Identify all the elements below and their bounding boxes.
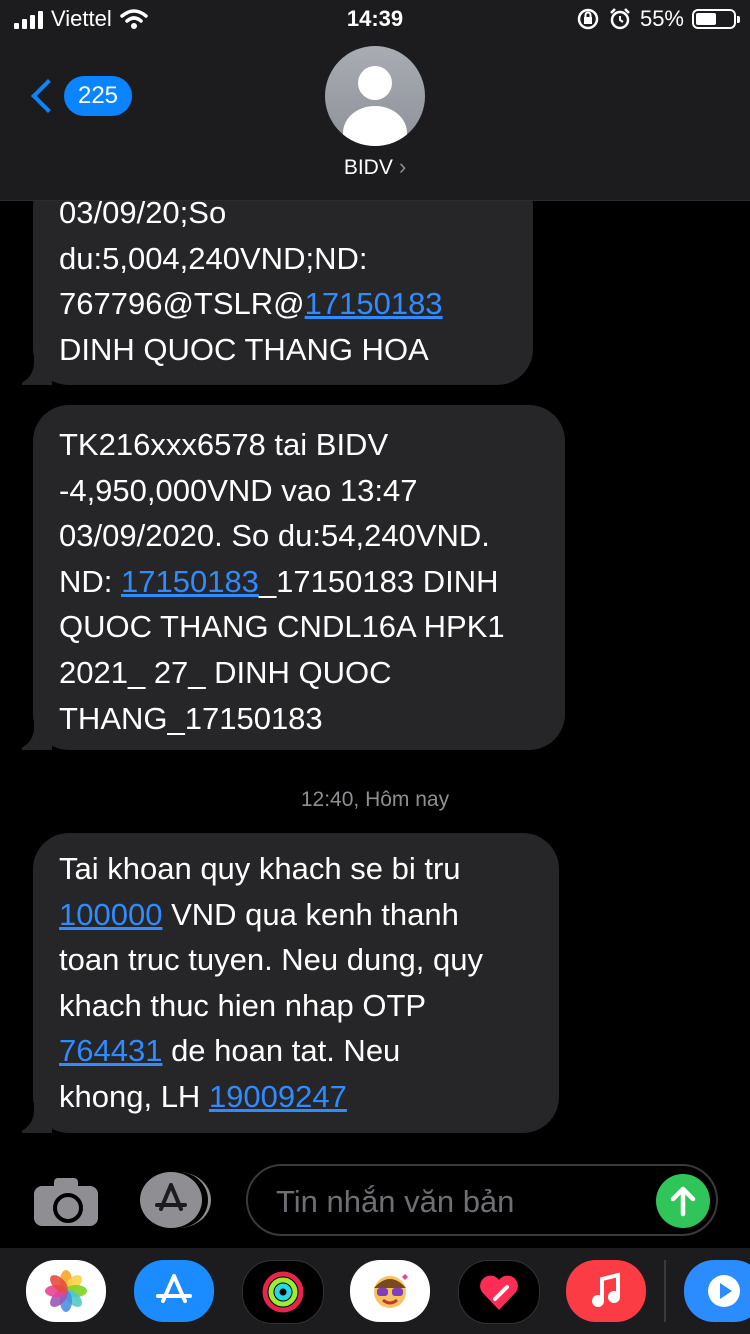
digital-touch-app-icon[interactable] [458, 1260, 540, 1324]
message-line: 764431 de hoan tat. Neu [59, 1028, 533, 1074]
message-line: 100000 VND qua kenh thanh [59, 892, 533, 938]
message-line: khong, LH 19009247 [59, 1074, 533, 1120]
conversation-header: Viettel 14:39 55% 225 BIDV › [0, 0, 750, 201]
message-text: ND: [59, 563, 121, 599]
app-store-icon[interactable] [140, 1172, 211, 1228]
message-text: du:5,004,240VND;ND: [59, 240, 368, 276]
camera-icon[interactable] [34, 1178, 98, 1226]
app-store-app-icon[interactable] [134, 1260, 214, 1322]
message-link[interactable]: 100000 [59, 897, 162, 932]
bubble-tail [4, 1103, 52, 1133]
message-bubble[interactable]: Tai khoan quy khach se bi tru 100000 VND … [33, 833, 559, 1133]
message-link[interactable]: 17150183 [121, 564, 259, 599]
unread-count-badge: 225 [64, 76, 132, 116]
music-app-icon[interactable] [566, 1260, 646, 1322]
contact-avatar[interactable] [325, 46, 425, 146]
message-text: -4,950,000VND vao 13:47 [59, 472, 418, 508]
message-text: _17150183 DINH [258, 563, 499, 599]
battery-percent: 55% [639, 6, 684, 31]
message-line: QUOC THANG CNDL16A HPK1 [59, 604, 539, 650]
message-bubble[interactable]: TK216xxx6578 tai BIDV -4,950,000VND vao 1… [33, 405, 565, 750]
message-text: de hoan tat. Neu [162, 1033, 401, 1069]
message-text: VND qua kenh thanh [162, 896, 459, 932]
orientation-lock-icon [577, 8, 599, 30]
activity-app-icon[interactable] [242, 1260, 324, 1324]
message-line: Tai khoan quy khach se bi tru [59, 846, 533, 892]
drawer-separator [664, 1260, 666, 1322]
contact-name-button[interactable]: BIDV › [0, 154, 750, 180]
message-line: 2021_ 27_ DINH QUOC [59, 650, 539, 696]
message-text: khach thuc hien nhap OTP [59, 987, 427, 1023]
message-line: DINH QUOC THANG HOA [59, 327, 507, 373]
message-line: ND: 17150183_17150183 DINH [59, 559, 539, 605]
message-line: 767796@TSLR@17150183 [59, 281, 507, 327]
app-drawer [0, 1248, 750, 1334]
bubble-tail [4, 355, 52, 385]
message-input[interactable]: Tin nhắn văn bản [246, 1164, 718, 1236]
message-input-placeholder: Tin nhắn văn bản [276, 1184, 515, 1219]
message-text: QUOC THANG CNDL16A HPK1 [59, 609, 505, 645]
chevron-left-icon [31, 79, 65, 113]
message-link[interactable]: 19009247 [209, 1079, 347, 1114]
memoji-app-icon[interactable] [350, 1260, 430, 1322]
send-button[interactable] [656, 1174, 710, 1228]
battery-icon [692, 9, 740, 29]
message-bubble[interactable]: 03/09/20;So du:5,004,240VND;ND: 767796@TSL… [33, 170, 533, 385]
back-button[interactable]: 225 [30, 76, 132, 116]
message-line: 03/09/2020. So du:54,240VND. [59, 513, 539, 559]
clips-app-icon[interactable] [684, 1260, 750, 1322]
message-text: DINH QUOC THANG HOA [59, 331, 429, 367]
message-text: 767796@TSLR@ [59, 286, 305, 322]
message-line: khach thuc hien nhap OTP [59, 983, 533, 1029]
arrow-up-icon [670, 1186, 696, 1217]
message-text: 03/09/2020. So du:54,240VND. [59, 518, 490, 554]
status-bar: Viettel 14:39 55% [0, 0, 750, 40]
message-link[interactable]: 17150183 [305, 286, 443, 321]
message-text: TK216xxx6578 tai BIDV [59, 427, 389, 462]
message-line: THANG_17150183 [59, 696, 539, 742]
alarm-icon [610, 8, 630, 30]
message-timestamp: 12:40, Hôm nay [300, 788, 450, 811]
message-line: TK216xxx6578 tai BIDV [59, 422, 539, 468]
message-text: khong, LH [59, 1078, 209, 1114]
message-link[interactable]: 764431 [59, 1033, 162, 1068]
photos-app-icon[interactable] [26, 1260, 106, 1322]
chevron-right-icon: › [398, 154, 407, 179]
message-line: toan truc tuyen. Neu dung, quy [59, 937, 533, 983]
message-text: Tai khoan quy khach se bi tru [59, 851, 461, 886]
message-line: du:5,004,240VND;ND: [59, 236, 507, 282]
message-text: toan truc tuyen. Neu dung, quy [59, 942, 483, 978]
message-line: -4,950,000VND vao 13:47 [59, 468, 539, 514]
message-text: 2021_ 27_ DINH QUOC [59, 654, 392, 690]
contact-name: BIDV [343, 156, 393, 179]
message-text: THANG_17150183 [59, 700, 323, 736]
bubble-tail [4, 720, 52, 750]
